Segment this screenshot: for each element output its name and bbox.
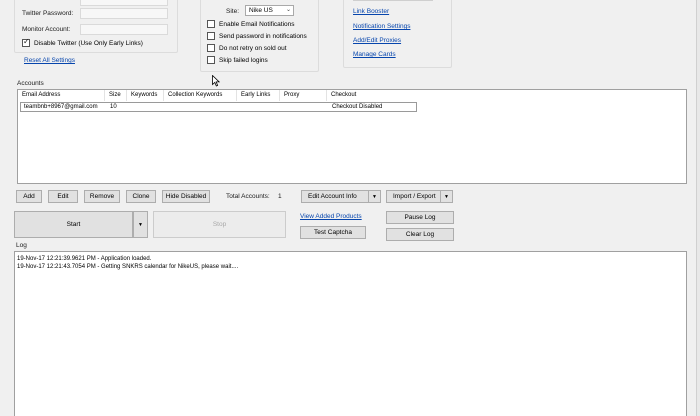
link-booster-link[interactable]: Link Booster — [353, 8, 389, 15]
no-retry-label: Do not retry on sold out — [219, 44, 287, 52]
site-select[interactable]: Nike US ⌄ — [245, 5, 294, 16]
start-options-dropdown[interactable]: ▼ — [133, 211, 148, 238]
clear-log-button[interactable]: Clear Log — [386, 228, 454, 241]
send-password-checkbox[interactable]: Send password in notifications — [207, 32, 307, 40]
col-email[interactable]: Email Address — [18, 90, 105, 101]
cell-email: teambnb+8967@gmail.com — [24, 104, 98, 110]
col-collection-keywords[interactable]: Collection Keywords — [164, 90, 237, 101]
col-proxy[interactable]: Proxy — [280, 90, 327, 101]
col-size[interactable]: Size — [105, 90, 127, 101]
mouse-cursor-icon — [212, 75, 220, 87]
import-export-button[interactable]: Import / Export ▼ — [386, 190, 453, 203]
table-row[interactable]: teambnb+8967@gmail.com 10 Checkout Disab… — [20, 102, 417, 112]
skip-failed-label: Skip failed logins — [219, 56, 268, 64]
email-notifications-checkbox[interactable]: Enable Email Notifications — [207, 20, 295, 28]
checkmark-icon — [22, 37, 30, 47]
clone-button[interactable]: Clone — [126, 190, 156, 203]
view-added-products-link[interactable]: View Added Products — [300, 213, 362, 220]
chevron-down-icon: ⌄ — [285, 7, 291, 13]
notification-settings-link[interactable]: Notification Settings — [353, 23, 410, 30]
cell-proxy — [282, 103, 329, 111]
edit-account-info-button[interactable]: Edit Account Info ▼ — [301, 190, 381, 203]
monitor-account-field[interactable] — [80, 24, 168, 35]
no-retry-checkbox[interactable]: Do not retry on sold out — [207, 44, 287, 52]
site-select-value: Nike US — [249, 7, 273, 14]
edit-button[interactable]: Edit — [48, 190, 78, 203]
dropdown-arrow-icon[interactable]: ▼ — [368, 191, 380, 202]
dropdown-arrow-icon: ▼ — [138, 221, 143, 228]
col-checkout[interactable]: Checkout — [327, 90, 414, 101]
skip-failed-checkbox[interactable]: Skip failed logins — [207, 56, 268, 64]
cell-keywords — [129, 103, 166, 111]
accounts-section-label: Accounts — [17, 80, 44, 87]
add-edit-proxies-link[interactable]: Add/Edit Proxies — [353, 37, 401, 44]
col-early-links[interactable]: Early Links — [237, 90, 280, 101]
pause-log-button[interactable]: Pause Log — [386, 211, 454, 224]
twitter-password-label: Twitter Password: — [22, 10, 74, 17]
accounts-table[interactable]: Email Address Size Keywords Collection K… — [17, 89, 687, 184]
remove-button[interactable]: Remove — [84, 190, 120, 203]
checkbox-box — [207, 56, 215, 64]
col-keywords[interactable]: Keywords — [127, 90, 164, 101]
edit-account-info-label: Edit Account Info — [308, 193, 357, 200]
checkbox-box — [207, 20, 215, 28]
stop-label: Stop — [212, 221, 227, 228]
add-button[interactable]: Add — [16, 190, 42, 203]
email-notifications-label: Enable Email Notifications — [219, 20, 295, 28]
send-password-label: Send password in notifications — [219, 32, 307, 40]
test-captcha-button[interactable]: Test Captcha — [300, 226, 366, 239]
checkbox-box — [207, 32, 215, 40]
log-section-label: Log — [16, 242, 27, 249]
cell-checkout: Checkout Disabled — [332, 104, 383, 110]
accounts-table-header: Email Address Size Keywords Collection K… — [18, 90, 686, 101]
manage-cards-link[interactable]: Manage Cards — [353, 51, 396, 58]
cell-size: 10 — [110, 104, 117, 110]
disable-twitter-label: Disable Twitter (Use Only Early Links) — [34, 39, 143, 47]
checkbox-box — [207, 44, 215, 52]
twitter-password-field[interactable] — [80, 8, 168, 19]
site-label: Site: — [226, 8, 240, 15]
partially-hidden-row — [353, 0, 433, 1]
twitter-username-field[interactable] — [80, 0, 168, 6]
reset-settings-link[interactable]: Reset All Settings — [24, 57, 75, 64]
total-accounts-label: Total Accounts: — [226, 193, 270, 200]
start-button[interactable]: Start — [14, 211, 133, 238]
disable-twitter-checkbox[interactable]: Disable Twitter (Use Only Early Links) — [22, 37, 143, 47]
cell-early-links — [239, 103, 282, 111]
log-line: 19-Nov-17 12:21:39.9621 PM - Application… — [17, 256, 152, 262]
import-export-label: Import / Export — [393, 193, 436, 200]
log-line: 19-Nov-17 12:21:43.7054 PM - Getting SNK… — [17, 264, 239, 270]
stop-button[interactable]: Stop — [153, 211, 286, 238]
dropdown-arrow-icon[interactable]: ▼ — [440, 191, 452, 202]
start-label: Start — [66, 221, 81, 228]
total-accounts-value: 1 — [278, 193, 282, 200]
hide-disabled-button[interactable]: Hide Disabled — [162, 190, 210, 203]
window-edge — [696, 0, 700, 416]
monitor-account-label: Monitor Account: — [22, 26, 71, 33]
cell-collection — [166, 103, 239, 111]
log-output[interactable]: 19-Nov-17 12:21:39.9621 PM - Application… — [14, 251, 687, 416]
